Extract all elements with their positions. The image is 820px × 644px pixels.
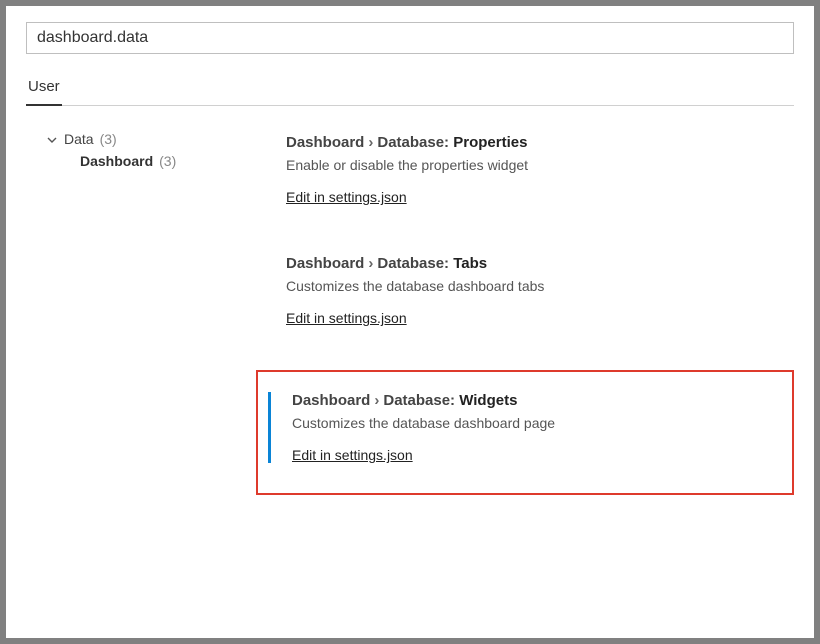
settings-list: Dashboard›Database: Properties Enable or… xyxy=(276,128,794,495)
setting-name: Properties xyxy=(453,134,527,151)
setting-name: Tabs xyxy=(453,255,487,272)
setting-breadcrumb1: Dashboard xyxy=(286,134,364,151)
modified-indicator xyxy=(268,392,271,463)
edit-settings-link[interactable]: Edit in settings.json xyxy=(286,189,407,205)
tree-item-dashboard-count: (3) xyxy=(159,153,176,169)
setting-description: Enable or disable the properties widget xyxy=(286,157,778,173)
setting-title: Dashboard›Database: Properties xyxy=(286,134,778,151)
breadcrumb-sep-icon: › xyxy=(374,392,379,409)
breadcrumb-sep-icon: › xyxy=(368,134,373,151)
setting-breadcrumb1: Dashboard xyxy=(286,255,364,272)
setting-description: Customizes the database dashboard tabs xyxy=(286,278,778,294)
edit-settings-link[interactable]: Edit in settings.json xyxy=(292,447,413,463)
tree-item-data[interactable]: Data (3) xyxy=(46,128,276,150)
tab-user[interactable]: User xyxy=(26,72,62,105)
settings-window: User Data (3) Dashboard (3) Dashboard›Da… xyxy=(0,0,820,644)
setting-title: Dashboard›Database: Widgets xyxy=(292,392,772,409)
setting-title: Dashboard›Database: Tabs xyxy=(286,255,778,272)
setting-tabs: Dashboard›Database: Tabs Customizes the … xyxy=(276,249,784,348)
tree-item-data-count: (3) xyxy=(100,131,117,147)
setting-widgets: Dashboard›Database: Widgets Customizes t… xyxy=(256,370,794,495)
tree-item-dashboard-label: Dashboard xyxy=(80,153,153,169)
edit-settings-link[interactable]: Edit in settings.json xyxy=(286,310,407,326)
setting-breadcrumb2: Database: xyxy=(377,134,449,151)
tree-item-data-label: Data xyxy=(64,131,94,147)
setting-properties: Dashboard›Database: Properties Enable or… xyxy=(276,128,784,227)
settings-search-input[interactable] xyxy=(26,22,794,54)
breadcrumb-sep-icon: › xyxy=(368,255,373,272)
content-area: Data (3) Dashboard (3) Dashboard›Databas… xyxy=(26,128,794,495)
tab-user-label: User xyxy=(28,78,60,95)
setting-breadcrumb2: Database: xyxy=(383,392,455,409)
setting-breadcrumb2: Database: xyxy=(377,255,449,272)
setting-name: Widgets xyxy=(459,392,517,409)
settings-tree: Data (3) Dashboard (3) xyxy=(26,128,276,495)
tabs-row: User xyxy=(26,72,794,106)
tree-item-dashboard[interactable]: Dashboard (3) xyxy=(46,150,276,172)
setting-breadcrumb1: Dashboard xyxy=(292,392,370,409)
setting-description: Customizes the database dashboard page xyxy=(292,415,772,431)
chevron-down-icon xyxy=(46,133,58,145)
